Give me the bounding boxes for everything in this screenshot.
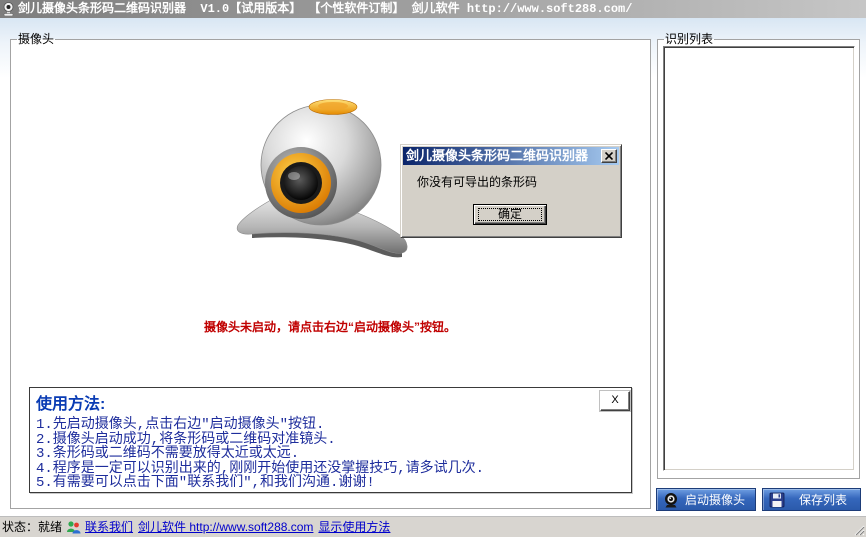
usage-help-line: 1.先启动摄像头,点击右边"启动摄像头"按钮. xyxy=(36,417,325,433)
dialog-close-button[interactable] xyxy=(601,149,617,163)
app-camera-icon[interactable] xyxy=(2,2,15,17)
status-bar: 状态：就绪 联系我们 剑儿软件 http://www.soft288.com 显… xyxy=(0,516,866,537)
dialog-message: 你没有可导出的条形码 xyxy=(417,175,538,189)
webcam-illustration xyxy=(236,99,408,258)
usage-help-line: 4.程序是一定可以识别出来的,刚刚开始使用还没掌握技巧,请多试几次. xyxy=(36,460,485,477)
usage-help-line: 3.条形码或二维码不需要放得太近或太远. xyxy=(36,446,300,462)
website-link[interactable]: 剑儿软件 http://www.soft288.com xyxy=(138,520,313,534)
usage-help-line: 2.摄像头启动成功,将条形码或二维码对准镜头. xyxy=(36,431,336,448)
floppy-disk-icon xyxy=(769,492,785,508)
recognition-list-label: 识别列表 xyxy=(665,32,714,46)
start-camera-button[interactable]: 启动摄像头 xyxy=(656,488,756,511)
resize-grip-icon[interactable] xyxy=(852,523,865,536)
dialog-ok-button[interactable]: 确定 xyxy=(473,204,547,225)
title-bar[interactable]: 剑儿摄像头条形码二维码识别器 V1.0【试用版本】 【个性软件订制】 剑儿软件 … xyxy=(0,0,866,18)
usage-help-panel: 使用方法: X 1.先启动摄像头,点击右边"启动摄像头"按钮. 2.摄像头启动成… xyxy=(29,387,632,493)
save-list-label: 保存列表 xyxy=(799,493,848,507)
recognition-listbox[interactable] xyxy=(663,46,855,471)
contact-us-link[interactable]: 联系我们 xyxy=(85,520,133,534)
show-usage-link[interactable]: 显示使用方法 xyxy=(318,520,390,534)
dialog-title-bar[interactable]: 剑儿摄像头条形码二维码识别器 xyxy=(403,147,619,165)
status-text: 状态：就绪 xyxy=(2,520,63,534)
usage-help-line: 5.有需要可以点击下面"联系我们",和我们沟通.谢谢! xyxy=(36,475,375,491)
usage-help-lines: 1.先启动摄像头,点击右边"启动摄像头"按钮. 2.摄像头启动成功,将条形码或二… xyxy=(36,418,484,491)
start-camera-label: 启动摄像头 xyxy=(685,493,746,507)
usage-help-close-button[interactable]: X xyxy=(600,391,630,411)
usage-help-title: 使用方法: xyxy=(36,396,106,413)
camera-group-label: 摄像头 xyxy=(18,32,55,46)
dialog-title: 剑儿摄像头条形码二维码识别器 xyxy=(406,148,589,163)
window-title: 剑儿摄像头条形码二维码识别器 V1.0【试用版本】 【个性软件订制】 剑儿软件 … xyxy=(18,2,633,16)
message-dialog: 剑儿摄像头条形码二维码识别器 你没有可导出的条形码 确定 xyxy=(400,144,622,238)
webcam-icon xyxy=(663,492,679,508)
close-icon xyxy=(605,152,613,160)
camera-status-message: 摄像头未启动，请点击右边“启动摄像头”按钮。 xyxy=(203,320,456,334)
dialog-ok-label: 确定 xyxy=(497,207,522,221)
contact-people-icon xyxy=(66,520,81,535)
save-list-button[interactable]: 保存列表 xyxy=(762,488,861,511)
